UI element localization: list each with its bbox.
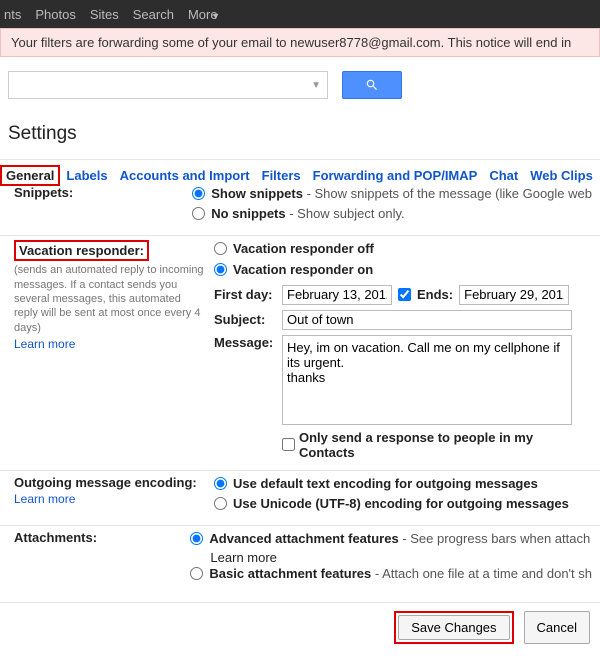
attach-basic-desc: - Attach one file at a time and don't sh — [371, 566, 592, 581]
encoding-label: Outgoing message encoding: — [14, 475, 197, 490]
attachments-label: Attachments: — [14, 530, 97, 545]
save-button[interactable]: Save Changes — [398, 615, 509, 640]
attach-advanced-desc: - See progress bars when attach — [399, 531, 591, 546]
tab-general[interactable]: General — [0, 165, 60, 186]
vacation-off-label: Vacation responder off — [233, 240, 374, 258]
nav-photos[interactable]: Photos — [35, 7, 75, 22]
forwarding-notice: Your filters are forwarding some of your… — [0, 28, 600, 57]
message-label: Message: — [214, 335, 276, 350]
chevron-down-icon[interactable]: ▼ — [311, 80, 321, 91]
attach-advanced-radio[interactable] — [190, 532, 203, 545]
snippets-show-label: Show snippets — [211, 186, 303, 201]
firstday-input[interactable] — [282, 285, 392, 305]
tab-filters[interactable]: Filters — [262, 168, 301, 183]
search-icon — [365, 78, 379, 92]
vacation-learn-more[interactable]: Learn more — [14, 337, 75, 351]
top-nav: nts Photos Sites Search More ▼ — [0, 0, 600, 28]
nav-fragment[interactable]: nts — [4, 7, 21, 22]
snippets-no-radio[interactable] — [192, 207, 205, 220]
chevron-down-icon: ▼ — [211, 11, 220, 21]
tab-labels[interactable]: Labels — [66, 168, 107, 183]
cancel-button[interactable]: Cancel — [524, 611, 590, 644]
contacts-only-checkbox[interactable] — [282, 438, 295, 451]
vacation-label: Vacation responder: — [19, 243, 144, 258]
message-textarea[interactable] — [282, 335, 572, 425]
snippets-no-desc: - Show subject only. — [286, 206, 405, 221]
tab-accounts[interactable]: Accounts and Import — [120, 168, 250, 183]
tab-webclips[interactable]: Web Clips — [530, 168, 593, 183]
vacation-off-radio[interactable] — [214, 242, 227, 255]
footer-buttons: Save Changes Cancel — [0, 602, 600, 656]
nav-more[interactable]: More ▼ — [188, 7, 220, 22]
tab-chat[interactable]: Chat — [489, 168, 518, 183]
search-bar: ▼ — [0, 57, 600, 113]
ends-input[interactable] — [459, 285, 569, 305]
firstday-label: First day: — [214, 287, 276, 302]
nav-sites[interactable]: Sites — [90, 7, 119, 22]
snippets-show-desc: - Show snippets of the message (like Goo… — [303, 186, 592, 201]
encoding-default-label: Use default text encoding for outgoing m… — [233, 475, 538, 493]
subject-label: Subject: — [214, 312, 276, 327]
attach-basic-label: Basic attachment features — [209, 566, 371, 581]
search-button[interactable] — [342, 71, 402, 99]
tab-forwarding[interactable]: Forwarding and POP/IMAP — [313, 168, 478, 183]
ends-checkbox[interactable] — [398, 288, 411, 301]
attach-advanced-label: Advanced attachment features — [209, 531, 398, 546]
encoding-unicode-radio[interactable] — [214, 497, 227, 510]
page-title: Settings — [0, 113, 600, 159]
snippets-show-radio[interactable] — [192, 187, 205, 200]
snippets-no-label: No snippets — [211, 206, 285, 221]
encoding-learn-more[interactable]: Learn more — [14, 492, 75, 506]
snippets-label: Snippets: — [14, 185, 73, 200]
search-input[interactable]: ▼ — [8, 71, 328, 99]
vacation-on-label: Vacation responder on — [233, 261, 373, 279]
vacation-desc: (sends an automated reply to incoming me… — [14, 263, 204, 334]
ends-label: Ends: — [417, 287, 453, 302]
subject-input[interactable] — [282, 310, 572, 330]
vacation-on-radio[interactable] — [214, 263, 227, 276]
attach-basic-radio[interactable] — [190, 567, 203, 580]
encoding-default-radio[interactable] — [214, 477, 227, 490]
contacts-only-label: Only send a response to people in my Con… — [299, 430, 592, 460]
settings-tabs: General Labels Accounts and Import Filte… — [0, 160, 600, 185]
nav-search[interactable]: Search — [133, 7, 174, 22]
attach-learn-more[interactable]: Learn more — [210, 550, 276, 565]
encoding-unicode-label: Use Unicode (UTF-8) encoding for outgoin… — [233, 495, 569, 513]
